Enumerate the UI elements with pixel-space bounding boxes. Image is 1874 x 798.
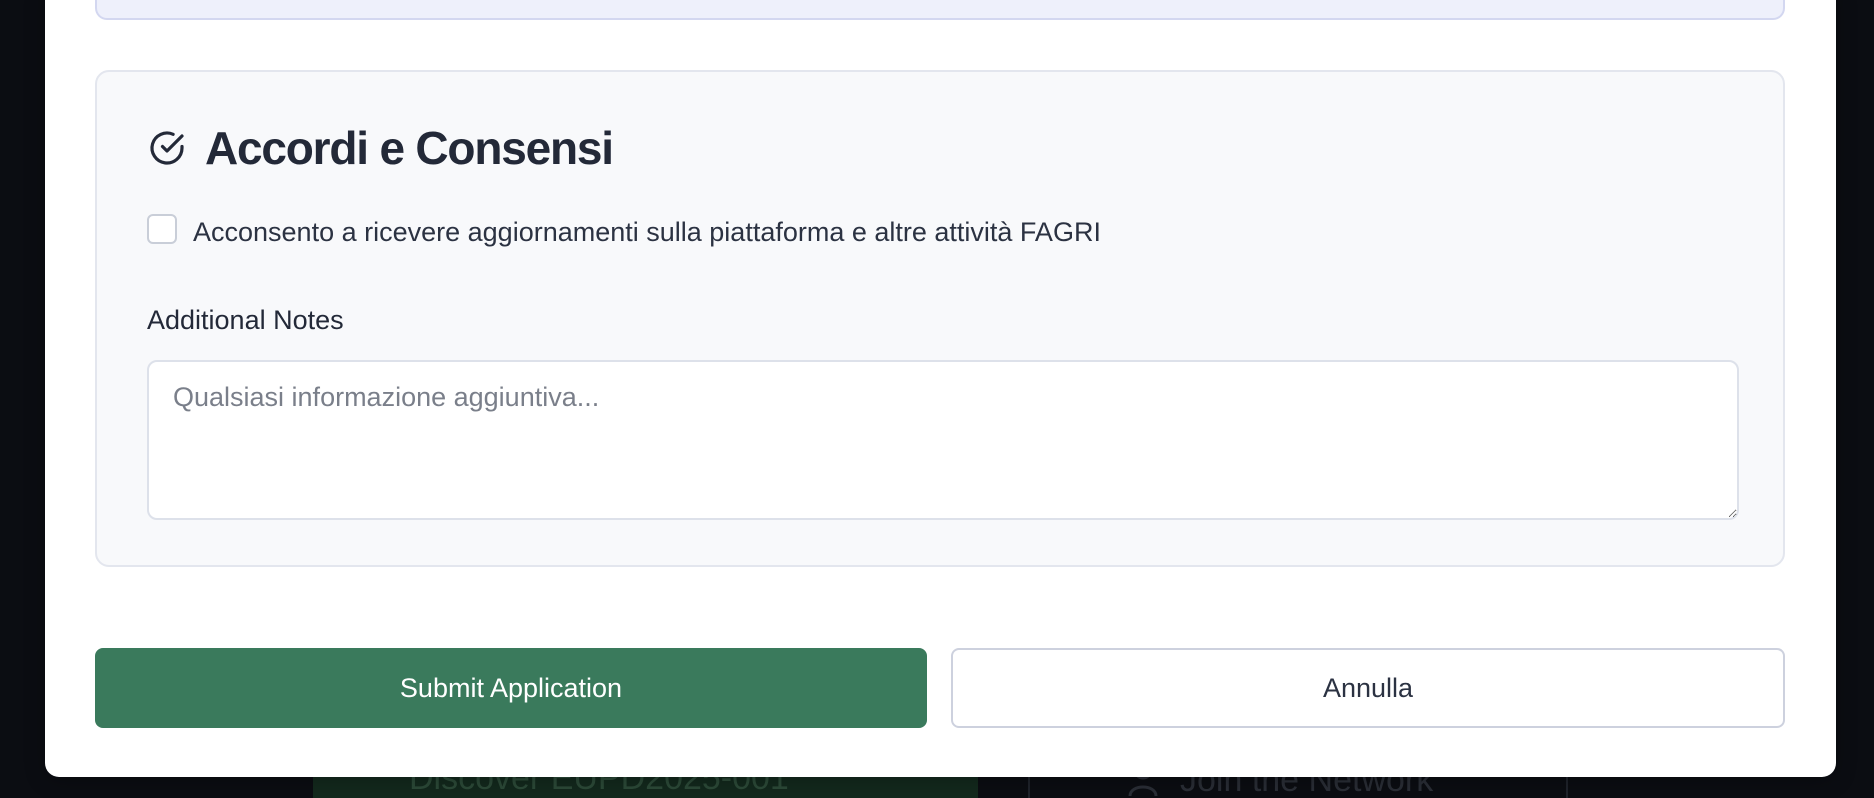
previous-section-card — [95, 0, 1785, 20]
updates-consent-label[interactable]: Acconsento a ricevere aggiornamenti sull… — [193, 217, 1101, 248]
application-modal: Accordi e Consensi Acconsento a ricevere… — [45, 0, 1836, 777]
updates-consent-row[interactable]: Acconsento a ricevere aggiornamenti sull… — [147, 213, 1101, 248]
consent-section-card: Accordi e Consensi Acconsento a ricevere… — [95, 70, 1785, 567]
additional-notes-label: Additional Notes — [147, 305, 344, 335]
submit-application-button[interactable]: Submit Application — [95, 648, 927, 728]
additional-notes-textarea[interactable] — [147, 360, 1739, 520]
section-title: Accordi e Consensi — [147, 118, 614, 178]
section-title-text: Accordi e Consensi — [205, 122, 614, 174]
cancel-button[interactable]: Annulla — [951, 648, 1785, 728]
check-circle-icon — [150, 131, 184, 165]
updates-consent-checkbox[interactable] — [147, 213, 177, 244]
